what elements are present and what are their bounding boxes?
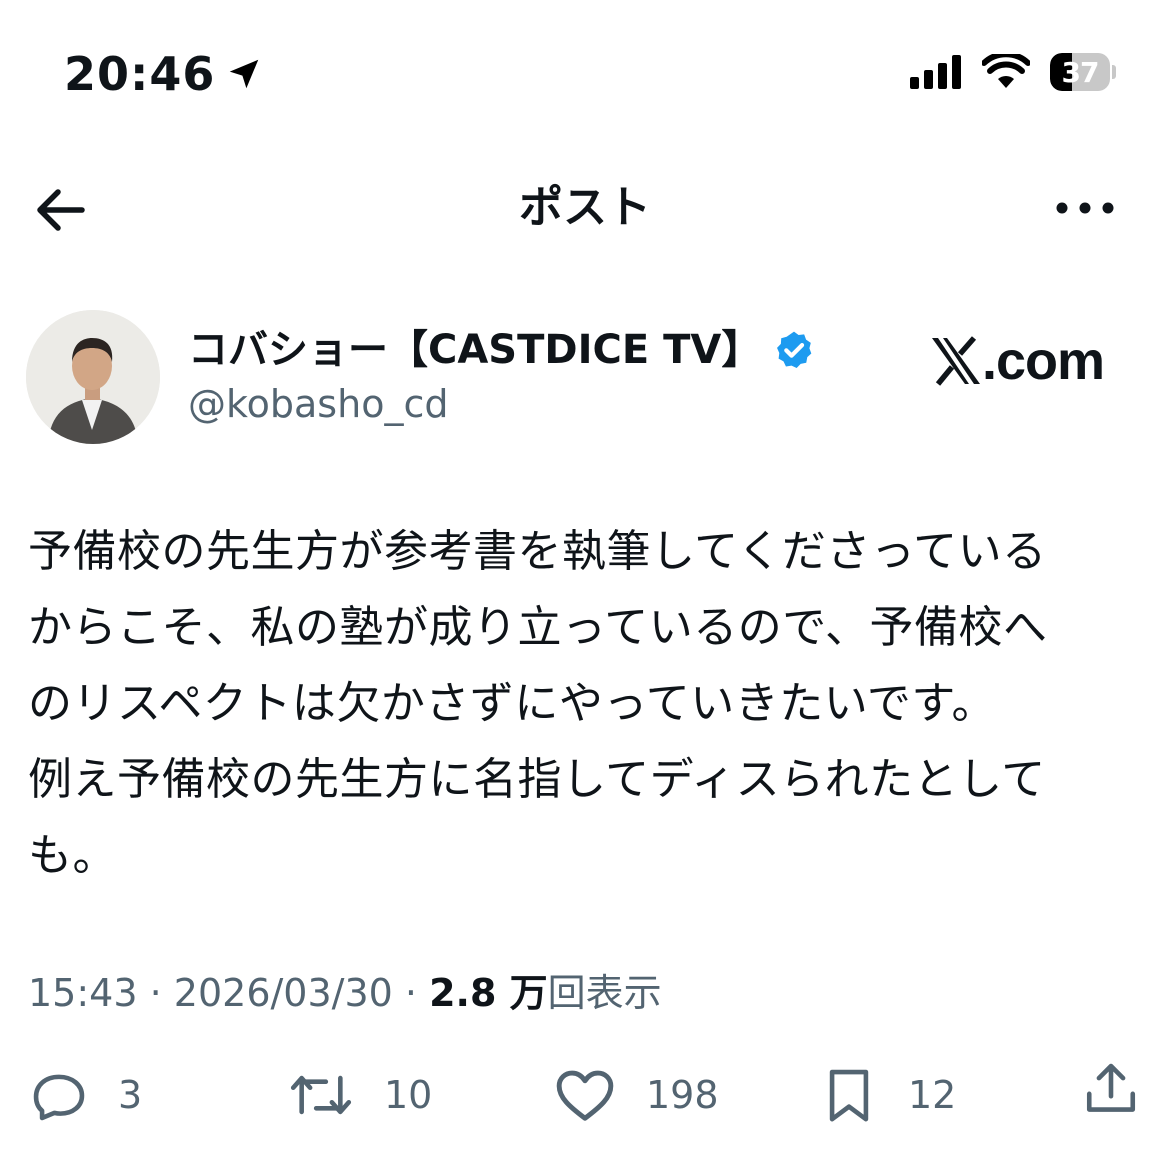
share-icon — [1086, 1063, 1136, 1112]
author-name[interactable]: コバショー【CASTDICE TV】 — [188, 322, 761, 378]
post-line: も。 — [28, 830, 117, 881]
author-handle[interactable]: @kobasho_cd — [188, 378, 448, 430]
clock-time: 20:46 — [64, 47, 216, 101]
bookmark-icon — [829, 1069, 869, 1122]
more-options-button[interactable] — [1052, 190, 1118, 226]
bookmark-button[interactable]: 12 — [820, 1060, 956, 1130]
reply-icon — [33, 1074, 85, 1121]
battery-indicator: 37 — [1050, 52, 1116, 92]
repost-count: 10 — [384, 1073, 433, 1117]
status-bar-time: 20:46 — [64, 46, 263, 102]
avatar[interactable] — [26, 310, 160, 444]
repost-button[interactable]: 10 — [288, 1060, 432, 1130]
page-title: ポスト — [519, 182, 651, 233]
post-time[interactable]: 15:43 — [28, 971, 138, 1015]
verified-badge-icon — [777, 331, 812, 369]
meta-separator: · — [404, 971, 418, 1015]
cellular-signal-icon — [910, 55, 961, 89]
x-com-text: .com — [982, 331, 1105, 391]
battery-cap — [1112, 65, 1116, 79]
x-com-logo: .com — [930, 326, 1105, 396]
views-label: 回表示 — [547, 971, 662, 1015]
post-line: 例え予備校の先生方に名指してディスられたとして — [28, 754, 1046, 805]
post-text: 予備校の先生方が参考書を執筆してくださっている からこそ、私の塾が成り立っている… — [28, 514, 1138, 894]
avatar-photo — [26, 310, 160, 444]
meta-separator: · — [149, 971, 162, 1015]
like-button[interactable]: 198 — [554, 1060, 719, 1130]
post-line: 予備校の先生方が参考書を執筆してくださっている — [28, 526, 1047, 577]
views-count: 2.8 万 — [429, 971, 548, 1015]
more-dots-icon — [1056, 202, 1114, 214]
location-arrow-icon — [230, 59, 259, 89]
status-bar-indicators: 37 — [910, 52, 1116, 92]
battery-body: 37 — [1050, 53, 1110, 91]
wifi-icon — [982, 54, 1030, 88]
post-meta: 15:43 · 2026/03/30 · 2.8 万回表示 — [28, 966, 662, 1020]
reply-count: 3 — [118, 1073, 143, 1117]
repost-icon — [290, 1075, 352, 1115]
post-line: のリスペクトは欠かさずにやっていきたいです。 — [28, 678, 996, 729]
like-count: 198 — [646, 1073, 719, 1117]
battery-level: 37 — [1061, 55, 1100, 89]
author-name-row[interactable]: コバショー【CASTDICE TV】 — [188, 322, 815, 378]
reply-button[interactable]: 3 — [30, 1060, 142, 1130]
heart-icon — [556, 1070, 614, 1121]
post-line: からこそ、私の塾が成り立っているので、予備校へ — [28, 602, 1048, 653]
share-button[interactable] — [1082, 1060, 1140, 1118]
bookmark-count: 12 — [908, 1073, 957, 1117]
x-logo-icon — [932, 336, 980, 386]
post-date[interactable]: 2026/03/30 — [174, 971, 393, 1015]
